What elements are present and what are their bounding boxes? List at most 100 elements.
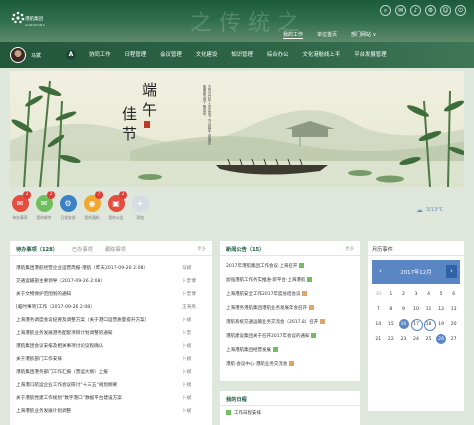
list-item-title: 上海港务港航集团港航业务发展年会召开 [226, 306, 307, 311]
banner-poem: 五月五日午 天中佳节 节分端午 自谁言 角黍盘 游子 赛龙舟 [203, 85, 212, 145]
calendar-day[interactable]: 6 [447, 287, 460, 302]
table-row[interactable]: 上海港务调度会议纪要及调整方案（关于港口运营质量提升方案） 卜斌 [16, 317, 206, 330]
calendar-day[interactable]: 20 [447, 317, 460, 332]
calendar-day[interactable]: 8 [385, 302, 398, 317]
user-name[interactable]: 马斌 [31, 52, 41, 59]
menu-item-collaboration[interactable]: 协同工作 [82, 42, 118, 68]
list-item[interactable]: 工作日程安排 [226, 410, 261, 423]
app-schedule[interactable]: ⚙ 日程安排 [58, 195, 78, 221]
calendar-day[interactable]: 19 [435, 317, 448, 332]
calendar-day[interactable]: 15 [385, 317, 398, 332]
calendar-day[interactable]: 13 [447, 302, 460, 317]
more-link[interactable]: 更多 [197, 246, 206, 252]
tab-done[interactable]: 已办事项 [72, 246, 93, 253]
table-row[interactable]: 上海港口航运企业工作会议研讨“十三五”规划纲要 卜斌 [16, 382, 206, 395]
calendar-day[interactable]: 2 [397, 287, 410, 302]
font-size-icon[interactable]: A [66, 50, 76, 60]
list-item[interactable]: 港航·会议中心·港航业务交流会 [226, 361, 295, 374]
tab-tracking[interactable]: 跟踪事项 [105, 246, 126, 253]
app-add[interactable]: + 添加 [130, 195, 150, 221]
calendar-day[interactable]: 23 [397, 332, 410, 347]
menu-item-culture-platform[interactable]: 文化港航线上平 [295, 42, 347, 68]
table-row[interactable]: 港航集团会议安排及相关事项讨论议程确认 卜斌 [16, 343, 206, 356]
row-title: 上海港航业务发展计划调整 [16, 409, 72, 414]
weather-widget[interactable]: ☁ 3/13°C [416, 206, 443, 214]
bell-icon[interactable]: ♪ [410, 5, 421, 16]
menu-item-office[interactable]: 综合办公 [260, 42, 296, 68]
search-icon[interactable]: ⌕ [380, 5, 391, 16]
calendar-day[interactable]: 24 [410, 332, 423, 347]
list-item[interactable]: 上海港航安全工作2017年度总结会议 [226, 291, 308, 304]
list-item-title: 上海港航安全工作2017年度总结会议 [226, 292, 301, 297]
row-title: [临时事项]工作（2017-09-26 2:08） [16, 305, 95, 310]
doc-icon [309, 305, 314, 310]
more-link[interactable]: 更多 [345, 246, 354, 252]
table-row[interactable]: 关于港航部门工作安排 卜斌 [16, 356, 206, 369]
chevron-right-icon[interactable]: › [446, 265, 457, 278]
row-title: 上海港口航运企业工作会议研讨“十三五”规划纲要 [16, 383, 118, 388]
notice-panel-header: 新闻公告（15） 更多 [220, 241, 360, 256]
avatar[interactable] [10, 47, 26, 63]
user-icon[interactable]: ☺ [440, 5, 451, 16]
list-item[interactable]: 港航系统交通运输业务交流会（2017.8）召开 [226, 319, 326, 332]
table-row[interactable]: [临时事项]工作（2017-09-26 2:08） 王海燕 [16, 304, 206, 317]
calendar-day[interactable]: 14 [372, 317, 385, 332]
app-mail[interactable]: ✉ 2 我的邮件 [34, 191, 55, 221]
calendar-day[interactable]: 27 [447, 332, 460, 347]
calendar-day[interactable]: 25 [422, 332, 435, 347]
gear-icon: ⚙ [59, 195, 77, 212]
list-item[interactable]: 上海港务港航集团港航业务发展年会召开 [226, 305, 314, 318]
list-item[interactable]: 2017年港航集团工作会议·上海召开 [226, 263, 305, 276]
menu-item-schedule[interactable]: 日程管理 [118, 42, 154, 68]
top-nav-my-work[interactable]: 我的工作 [283, 31, 304, 39]
calendar-day-event[interactable]: 26 [435, 332, 448, 347]
calendar-day[interactable]: 12 [435, 302, 448, 317]
table-row[interactable]: 交通运输部主要领导（2017-09-26 2:08） 卜宏博 [16, 278, 206, 291]
calendar-day[interactable]: 30 [372, 287, 385, 302]
list-item[interactable]: 港航建设集团关于召开2017年会议的通知 [226, 333, 317, 346]
calendar-day[interactable]: 9 [397, 302, 410, 317]
calendar-day[interactable]: 11 [422, 302, 435, 317]
menu-item-knowledge[interactable]: 知识管理 [224, 42, 260, 68]
badge-count: 2 [47, 191, 55, 199]
logo[interactable]: 港航集团 GANGHANG [10, 8, 50, 34]
app-announcement[interactable]: ▣ 2 我的公告 [106, 191, 127, 221]
table-row[interactable]: 上海港航业务发展计划调整 卜斌 [16, 408, 206, 421]
top-nav-unit-home[interactable]: 单位首页 [317, 31, 337, 39]
table-row[interactable]: 港航集团港航经营企业运营周报-港航（昨天2017-09-26 2:08） 马斌 [16, 265, 206, 278]
gear-icon[interactable]: ⚙ [425, 5, 436, 16]
calendar-day-event[interactable]: 17 [410, 317, 423, 332]
row-sender: 王海燕 [182, 305, 196, 310]
calendar-day-today[interactable]: 16 [397, 317, 410, 332]
calendar-day[interactable]: 4 [422, 287, 435, 302]
calendar-day[interactable]: 7 [372, 302, 385, 317]
table-row[interactable]: 上海港航业务发展港务配套项目计划调整的通知 卜宏 [16, 330, 206, 343]
calendar-day[interactable]: 10 [410, 302, 423, 317]
app-notice[interactable]: ◉ 7 我的通知 [82, 191, 103, 221]
list-item[interactable]: 上海港航集团经营发展 [226, 347, 278, 360]
top-nav-department-site[interactable]: 部门网站 ∨ [351, 31, 376, 39]
list-item[interactable]: 加强港航工作务实推进·新平台·上海港航 [226, 277, 313, 290]
calendar-day[interactable]: 21 [372, 332, 385, 347]
top-nav: 我的工作 单位首页 部门网站 ∨ [283, 31, 376, 39]
app-todo[interactable]: ✉ 2 待办事项 [10, 191, 31, 221]
menu-item-development[interactable]: 平台发展管理 [347, 42, 393, 68]
calendar-day[interactable]: 1 [385, 287, 398, 302]
message-icon[interactable]: ✉ [395, 5, 406, 16]
menu-item-culture[interactable]: 文化建设 [189, 42, 225, 68]
calendar-day[interactable]: 5 [435, 287, 448, 302]
calendar-grid: 30 1 2 3 4 5 6 7 8 9 10 11 12 13 14 15 1… [372, 287, 460, 347]
calendar-day-event[interactable]: 18 [422, 317, 436, 332]
calendar-day[interactable]: 22 [385, 332, 398, 347]
calendar-day[interactable]: 3 [410, 287, 423, 302]
banner-title: 端 午 佳 节 [118, 77, 170, 157]
table-row[interactable]: 关于港航党建工作规划“数字港口”数据平台建设方案 卜斌 [16, 395, 206, 408]
table-row[interactable]: 关于文物保护范围划的通知 卜宏博 [16, 291, 206, 304]
row-title: 关于港航部门工作安排 [16, 357, 62, 362]
power-icon[interactable]: ⏻ [455, 5, 466, 16]
table-row[interactable]: 港航集团港务部门工作汇报（营运大纲）上报 卜斌 [16, 369, 206, 382]
festival-banner[interactable]: 端 午 佳 节 五月五日午 天中佳节 节分端午 自谁言 角黍盘 游子 赛龙舟 [10, 71, 464, 187]
row-sender: 卜斌 [182, 344, 192, 349]
menu-item-meeting[interactable]: 会议管理 [153, 42, 189, 68]
tab-todo[interactable]: 待办事项（128） [16, 246, 58, 253]
